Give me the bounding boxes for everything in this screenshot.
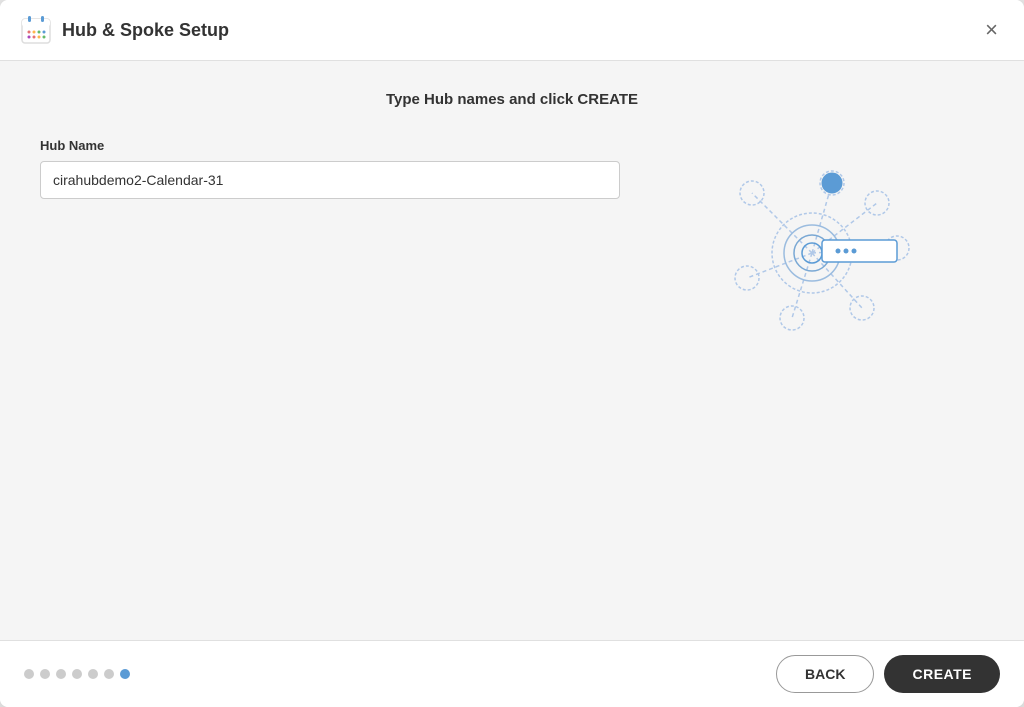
dot-6 (104, 669, 114, 679)
diagram-section (640, 138, 984, 348)
back-button[interactable]: BACK (776, 655, 874, 693)
dot-7 (120, 669, 130, 679)
dialog-header: Hub & Spoke Setup × (0, 0, 1024, 61)
create-button[interactable]: CREATE (884, 655, 1000, 693)
hub-spoke-dialog: Hub & Spoke Setup × Type Hub names and c… (0, 0, 1024, 707)
dot-1 (24, 669, 34, 679)
dot-3 (56, 669, 66, 679)
close-button[interactable]: × (979, 17, 1004, 43)
dialog-title: Hub & Spoke Setup (62, 20, 229, 41)
content-area: Hub Name (40, 138, 984, 348)
dialog-body: Type Hub names and click CREATE Hub Name (0, 61, 1024, 640)
hub-spoke-diagram (702, 148, 922, 348)
footer-buttons: BACK CREATE (776, 655, 1000, 693)
dot-5 (88, 669, 98, 679)
calendar-icon (20, 14, 52, 46)
form-section: Hub Name (40, 138, 620, 199)
hub-name-label: Hub Name (40, 138, 620, 153)
dot-2 (40, 669, 50, 679)
dialog-footer: BACK CREATE (0, 640, 1024, 707)
pagination-dots (24, 669, 130, 679)
hub-name-input[interactable] (40, 161, 620, 199)
instruction-text: Type Hub names and click CREATE (40, 91, 984, 108)
dot-4 (72, 669, 82, 679)
header-left: Hub & Spoke Setup (20, 14, 229, 46)
